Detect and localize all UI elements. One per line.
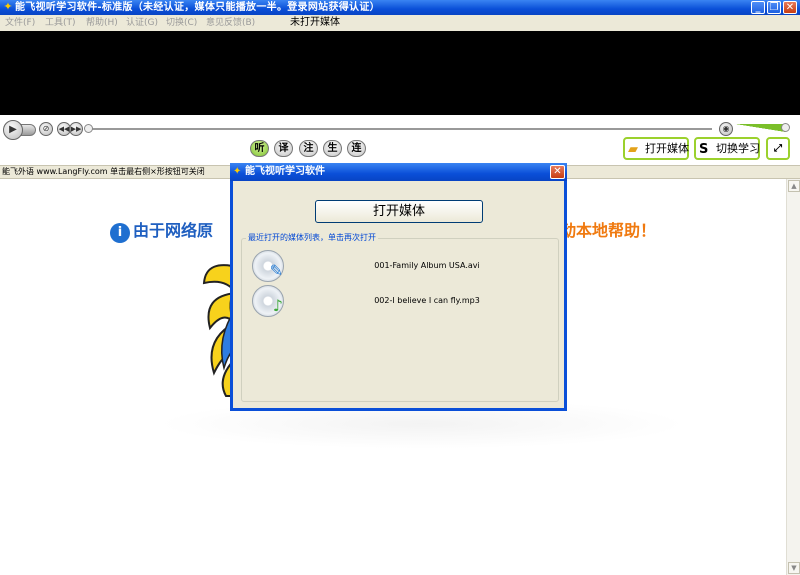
recent-media-item[interactable]: ♪ 002-I believe I can fly.mp3: [247, 285, 547, 319]
dialog-close-button[interactable]: ✕: [550, 165, 565, 179]
recent-media-legend: 最近打开的媒体列表，单击再次打开: [246, 232, 378, 243]
switch-learning-label: 切换学习: [716, 142, 760, 155]
window-title: 能飞视听学习软件-标准版（未经认证，媒体只能播放一半。登录网站获得认证）: [15, 2, 380, 13]
forward-button[interactable]: ▶▶: [69, 122, 83, 136]
stop-button[interactable]: ⊘: [39, 122, 53, 136]
open-media-dialog: ✦ 能飞视听学习软件 ✕ 打开媒体 最近打开的媒体列表，单击再次打开 ✎ 001…: [230, 163, 567, 411]
vertical-scrollbar[interactable]: ▲ ▼: [786, 179, 800, 575]
menu-certify[interactable]: 认证(G): [126, 15, 158, 31]
dialog-logo-icon: ✦: [233, 166, 242, 177]
audio-file-icon: ♪: [252, 285, 284, 317]
recent-media-item[interactable]: ✎ 001-Family Album USA.avi: [247, 250, 547, 284]
close-button[interactable]: ✕: [783, 1, 797, 14]
volume-knob[interactable]: [781, 123, 790, 132]
scroll-down-icon[interactable]: ▼: [788, 562, 800, 574]
player-controls: ▶ ⊘ ◀◀ ▶▶ ◉ 听 译 注 生 连 ▰ 打开媒体 S 切换学习 ⤢: [0, 115, 800, 165]
open-media-button[interactable]: ▰ 打开媒体: [623, 137, 689, 160]
mode-link-button[interactable]: 连: [347, 140, 366, 157]
minimize-button[interactable]: _: [751, 1, 765, 14]
media-status: 未打开媒体: [290, 17, 340, 28]
dialog-title-bar: ✦ 能飞视听学习软件 ✕: [230, 163, 567, 181]
menu-file[interactable]: 文件(F): [5, 15, 35, 31]
menu-bar: 文件(F) 工具(T) 帮助(H) 认证(G) 切换(C) 意见反馈(B) 未打…: [0, 15, 800, 31]
info-icon: i: [110, 223, 130, 243]
notice-text-left: i 由于网络原: [110, 217, 213, 243]
seek-track[interactable]: [92, 128, 712, 130]
dialog-title: 能飞视听学习软件: [245, 166, 325, 177]
open-media-label: 打开媒体: [645, 142, 689, 155]
restore-button[interactable]: ❐: [767, 1, 781, 14]
volume-slider[interactable]: [735, 124, 785, 132]
recent-media-name: 002-I believe I can fly.mp3: [374, 296, 480, 305]
mode-note-button[interactable]: 注: [299, 140, 318, 157]
mode-vocab-button[interactable]: 生: [323, 140, 342, 157]
title-bar: ✦ 能飞视听学习软件-标准版（未经认证，媒体只能播放一半。登录网站获得认证） _…: [0, 0, 800, 15]
folder-icon: ▰: [628, 142, 638, 157]
app-logo-icon: ✦: [3, 0, 13, 13]
switch-icon: S: [699, 142, 709, 157]
menu-feedback[interactable]: 意见反馈(B): [206, 15, 255, 31]
volume-icon[interactable]: ◉: [719, 122, 733, 136]
app-window: ✦ 能飞视听学习软件-标准版（未经认证，媒体只能播放一半。登录网站获得认证） _…: [0, 0, 800, 575]
recent-media-name: 001-Family Album USA.avi: [374, 261, 480, 270]
notice-left-label: 由于网络原: [133, 221, 214, 240]
scroll-up-icon[interactable]: ▲: [788, 180, 800, 192]
switch-learning-button[interactable]: S 切换学习: [694, 137, 760, 160]
fullscreen-icon[interactable]: ⤢: [766, 137, 790, 160]
mode-listen-button[interactable]: 听: [250, 140, 269, 157]
notice-text-right: 动本地帮助！: [560, 221, 657, 240]
mode-translate-button[interactable]: 译: [274, 140, 293, 157]
video-file-icon: ✎: [252, 250, 284, 282]
video-area: [0, 31, 800, 115]
menu-tools[interactable]: 工具(T): [45, 15, 76, 31]
menu-help[interactable]: 帮助(H): [86, 15, 118, 31]
seek-slider[interactable]: [84, 124, 93, 133]
dialog-open-media-button[interactable]: 打开媒体: [315, 200, 483, 223]
menu-switch[interactable]: 切换(C): [166, 15, 197, 31]
play-button[interactable]: ▶: [3, 120, 23, 140]
